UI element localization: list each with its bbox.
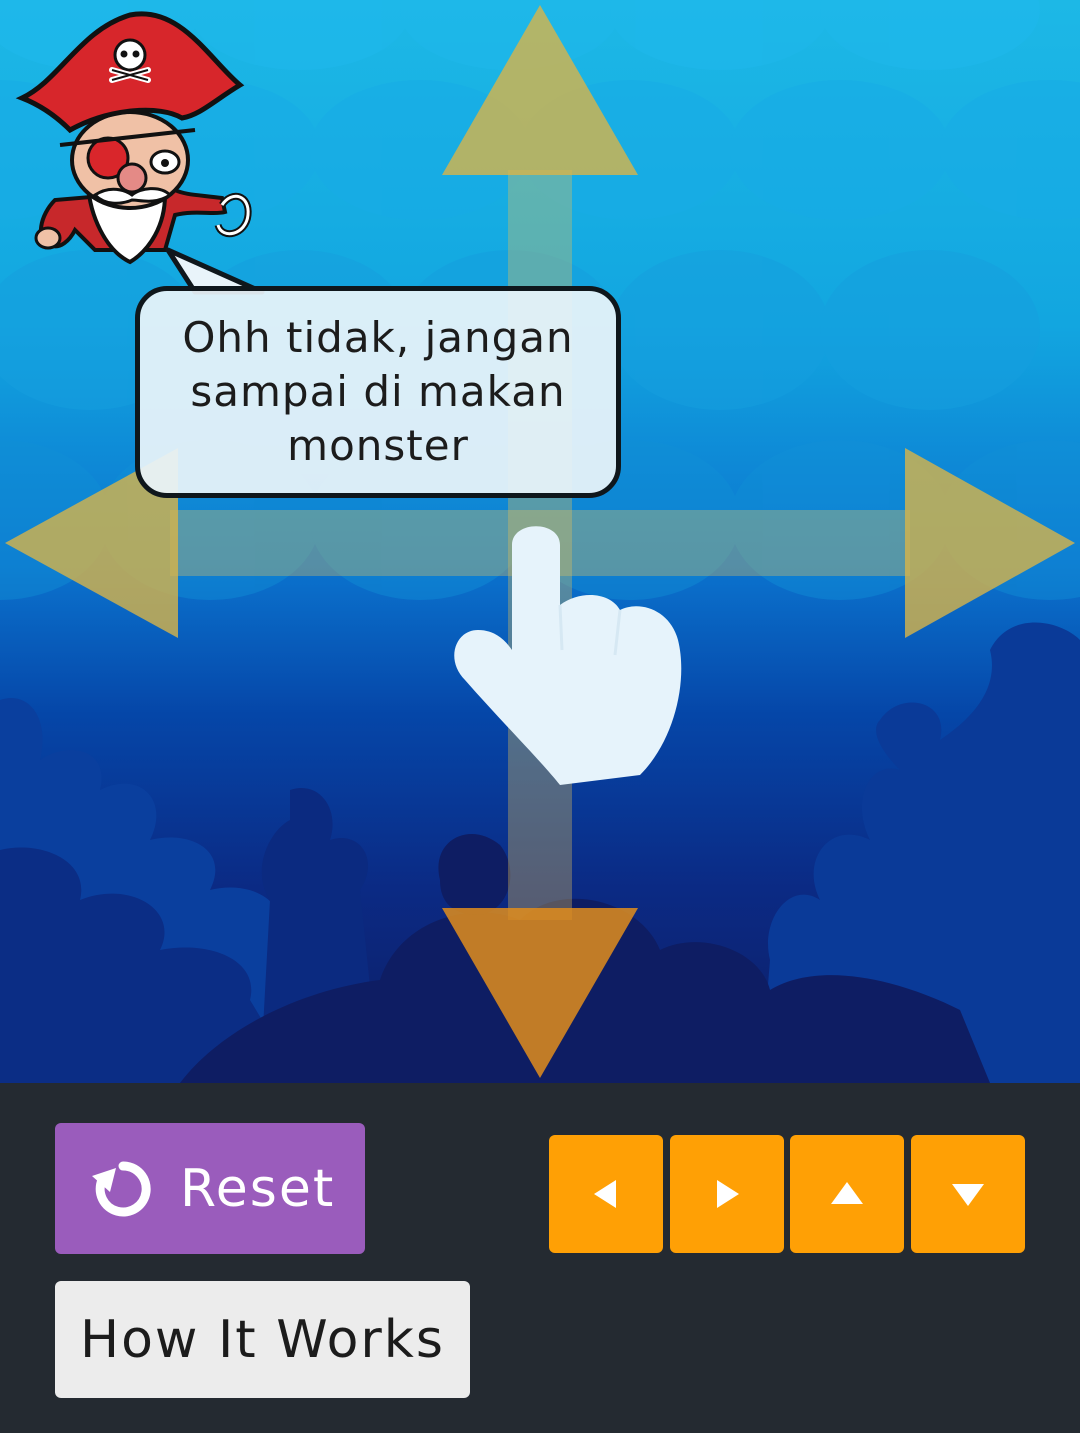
reset-label: Reset	[180, 1158, 336, 1219]
refresh-icon	[92, 1160, 151, 1216]
game-screen: Ohh tidak, jangan sampai di makan monste…	[0, 0, 1080, 1433]
scene-art	[0, 0, 1080, 1083]
arrow-right-icon	[717, 1180, 739, 1208]
game-canvas[interactable]: Ohh tidak, jangan sampai di makan monste…	[0, 0, 1080, 1083]
reset-button[interactable]: Reset	[55, 1123, 365, 1254]
down-arrow-button[interactable]	[911, 1135, 1025, 1253]
right-arrow-button[interactable]	[670, 1135, 784, 1253]
dialog-text: Ohh tidak, jangan sampai di makan monste…	[182, 313, 574, 470]
left-arrow-button[interactable]	[549, 1135, 663, 1253]
up-arrow-button[interactable]	[790, 1135, 904, 1253]
how-it-works-label: How It Works	[80, 1309, 445, 1370]
arrow-left-icon	[594, 1180, 616, 1208]
arrow-up-icon	[831, 1182, 863, 1204]
speech-bubble: Ohh tidak, jangan sampai di makan monste…	[135, 286, 621, 498]
how-it-works-button[interactable]: How It Works	[55, 1281, 470, 1398]
control-panel: Reset How It Works	[0, 1083, 1080, 1433]
arrow-down-icon	[952, 1184, 984, 1206]
